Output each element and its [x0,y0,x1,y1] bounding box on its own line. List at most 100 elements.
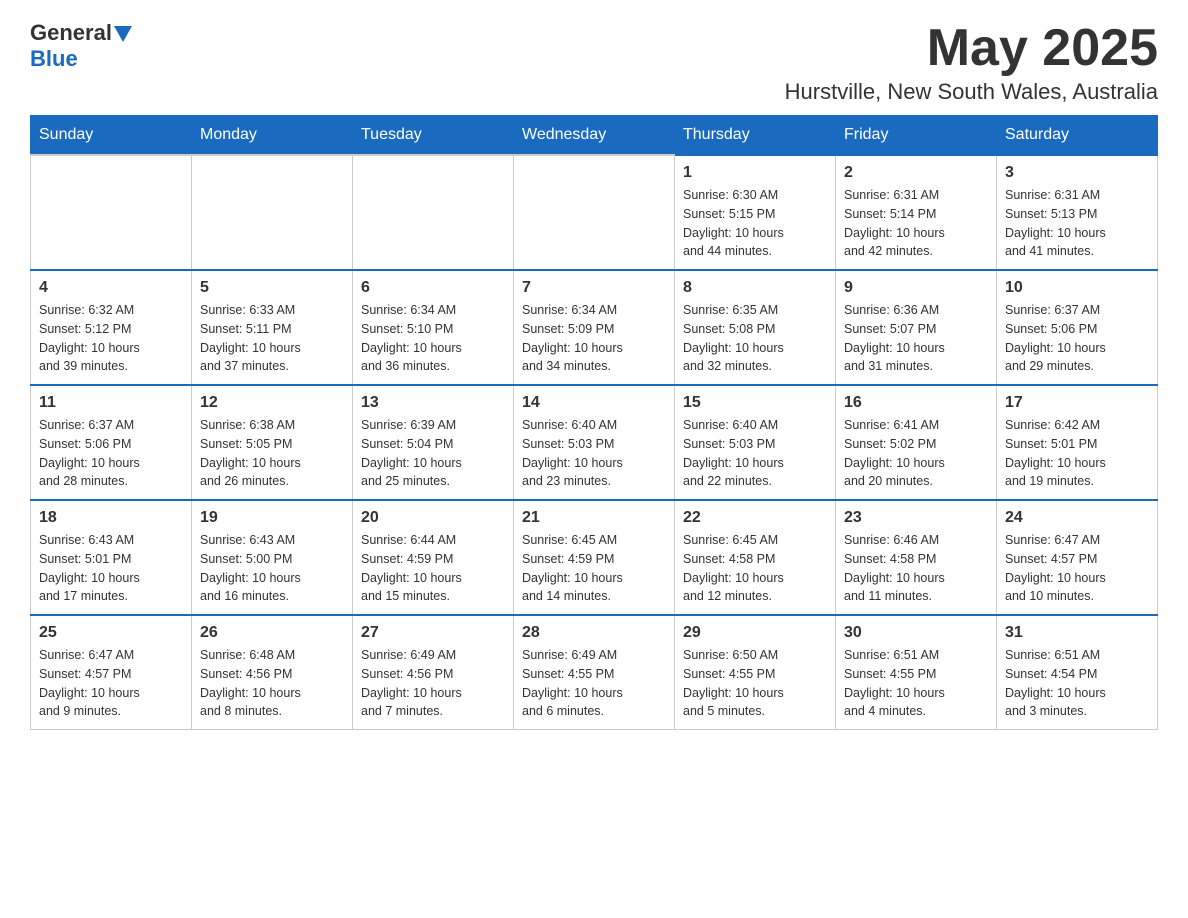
calendar-cell: 9 Sunrise: 6:36 AM Sunset: 5:07 PM Daylig… [836,270,997,385]
day-info: Sunrise: 6:47 AM Sunset: 4:57 PM Dayligh… [39,646,183,721]
day-number: 24 [1005,509,1149,527]
day-info: Sunrise: 6:37 AM Sunset: 5:06 PM Dayligh… [39,416,183,491]
calendar-week-row: 18 Sunrise: 6:43 AM Sunset: 5:01 PM Dayli… [31,500,1158,615]
calendar-cell: 8Sunrise: 6:35 AM Sunset: 5:08 PM Daylig… [675,270,836,385]
day-number: 1 [683,164,827,182]
calendar-cell: 28 Sunrise: 6:49 AM Sunset: 4:55 PM Dayli… [514,615,675,730]
day-info: Sunrise: 6:40 AM Sunset: 5:03 PM Dayligh… [522,416,666,491]
calendar-cell: 25Sunrise: 6:47 AM Sunset: 4:57 PM Dayli… [31,615,192,730]
calendar-cell: 10 Sunrise: 6:37 AM Sunset: 5:06 PM Dayli… [997,270,1158,385]
calendar-cell: 1 Sunrise: 6:30 AM Sunset: 5:15 PM Daylig… [675,155,836,270]
day-number: 22 [683,509,827,527]
day-info: Sunrise: 6:31 AM Sunset: 5:14 PM Dayligh… [844,186,988,261]
day-number: 27 [361,624,505,642]
weekday-header-thursday: Thursday [675,116,836,156]
calendar-cell: 29Sunrise: 6:50 AM Sunset: 4:55 PM Dayli… [675,615,836,730]
weekday-header-wednesday: Wednesday [514,116,675,156]
calendar-week-row: 1 Sunrise: 6:30 AM Sunset: 5:15 PM Daylig… [31,155,1158,270]
day-number: 31 [1005,624,1149,642]
calendar-cell: 6 Sunrise: 6:34 AM Sunset: 5:10 PM Daylig… [353,270,514,385]
month-title: May 2025 [785,20,1158,77]
day-info: Sunrise: 6:40 AM Sunset: 5:03 PM Dayligh… [683,416,827,491]
weekday-header-saturday: Saturday [997,116,1158,156]
day-info: Sunrise: 6:51 AM Sunset: 4:54 PM Dayligh… [1005,646,1149,721]
day-info: Sunrise: 6:50 AM Sunset: 4:55 PM Dayligh… [683,646,827,721]
day-number: 13 [361,394,505,412]
calendar-cell: 21 Sunrise: 6:45 AM Sunset: 4:59 PM Dayli… [514,500,675,615]
calendar-cell: 13 Sunrise: 6:39 AM Sunset: 5:04 PM Dayli… [353,385,514,500]
day-info: Sunrise: 6:34 AM Sunset: 5:09 PM Dayligh… [522,301,666,376]
day-number: 30 [844,624,988,642]
calendar-cell: 15 Sunrise: 6:40 AM Sunset: 5:03 PM Dayli… [675,385,836,500]
day-info: Sunrise: 6:36 AM Sunset: 5:07 PM Dayligh… [844,301,988,376]
day-info: Sunrise: 6:48 AM Sunset: 4:56 PM Dayligh… [200,646,344,721]
calendar-cell: 12Sunrise: 6:38 AM Sunset: 5:05 PM Dayli… [192,385,353,500]
logo-blue-text: Blue [30,46,78,71]
day-info: Sunrise: 6:42 AM Sunset: 5:01 PM Dayligh… [1005,416,1149,491]
day-info: Sunrise: 6:43 AM Sunset: 5:01 PM Dayligh… [39,531,183,606]
day-number: 9 [844,279,988,297]
day-info: Sunrise: 6:44 AM Sunset: 4:59 PM Dayligh… [361,531,505,606]
day-number: 28 [522,624,666,642]
calendar-cell: 3 Sunrise: 6:31 AM Sunset: 5:13 PM Daylig… [997,155,1158,270]
day-number: 17 [1005,394,1149,412]
calendar-cell [31,155,192,270]
day-info: Sunrise: 6:34 AM Sunset: 5:10 PM Dayligh… [361,301,505,376]
calendar-cell: 24 Sunrise: 6:47 AM Sunset: 4:57 PM Dayli… [997,500,1158,615]
logo-triangle-icon [114,26,132,44]
day-number: 19 [200,509,344,527]
calendar-cell: 2Sunrise: 6:31 AM Sunset: 5:14 PM Daylig… [836,155,997,270]
day-info: Sunrise: 6:51 AM Sunset: 4:55 PM Dayligh… [844,646,988,721]
calendar-cell: 18 Sunrise: 6:43 AM Sunset: 5:01 PM Dayli… [31,500,192,615]
day-info: Sunrise: 6:49 AM Sunset: 4:55 PM Dayligh… [522,646,666,721]
day-number: 7 [522,279,666,297]
day-number: 21 [522,509,666,527]
calendar-cell: 11 Sunrise: 6:37 AM Sunset: 5:06 PM Dayli… [31,385,192,500]
weekday-header-monday: Monday [192,116,353,156]
day-number: 3 [1005,164,1149,182]
day-number: 5 [200,279,344,297]
day-number: 15 [683,394,827,412]
weekday-header-friday: Friday [836,116,997,156]
day-number: 14 [522,394,666,412]
day-info: Sunrise: 6:31 AM Sunset: 5:13 PM Dayligh… [1005,186,1149,261]
calendar-cell: 17 Sunrise: 6:42 AM Sunset: 5:01 PM Dayli… [997,385,1158,500]
day-info: Sunrise: 6:49 AM Sunset: 4:56 PM Dayligh… [361,646,505,721]
day-info: Sunrise: 6:39 AM Sunset: 5:04 PM Dayligh… [361,416,505,491]
day-info: Sunrise: 6:45 AM Sunset: 4:59 PM Dayligh… [522,531,666,606]
calendar-week-row: 4 Sunrise: 6:32 AM Sunset: 5:12 PM Daylig… [31,270,1158,385]
calendar-cell: 16 Sunrise: 6:41 AM Sunset: 5:02 PM Dayli… [836,385,997,500]
day-number: 4 [39,279,183,297]
day-number: 18 [39,509,183,527]
location-text: Hurstville, New South Wales, Australia [785,79,1158,105]
calendar-week-row: 25Sunrise: 6:47 AM Sunset: 4:57 PM Dayli… [31,615,1158,730]
calendar-cell [353,155,514,270]
day-number: 20 [361,509,505,527]
day-info: Sunrise: 6:46 AM Sunset: 4:58 PM Dayligh… [844,531,988,606]
day-number: 26 [200,624,344,642]
calendar-cell: 19 Sunrise: 6:43 AM Sunset: 5:00 PM Dayli… [192,500,353,615]
day-number: 16 [844,394,988,412]
weekday-header-sunday: Sunday [31,116,192,156]
calendar-cell: 31 Sunrise: 6:51 AM Sunset: 4:54 PM Dayli… [997,615,1158,730]
logo: General Blue [30,20,132,72]
day-number: 6 [361,279,505,297]
calendar-cell: 7 Sunrise: 6:34 AM Sunset: 5:09 PM Daylig… [514,270,675,385]
calendar-cell: 30 Sunrise: 6:51 AM Sunset: 4:55 PM Dayli… [836,615,997,730]
day-info: Sunrise: 6:37 AM Sunset: 5:06 PM Dayligh… [1005,301,1149,376]
calendar-cell: 5 Sunrise: 6:33 AM Sunset: 5:11 PM Daylig… [192,270,353,385]
day-info: Sunrise: 6:33 AM Sunset: 5:11 PM Dayligh… [200,301,344,376]
day-info: Sunrise: 6:47 AM Sunset: 4:57 PM Dayligh… [1005,531,1149,606]
calendar-table: SundayMondayTuesdayWednesdayThursdayFrid… [30,115,1158,730]
day-info: Sunrise: 6:32 AM Sunset: 5:12 PM Dayligh… [39,301,183,376]
day-info: Sunrise: 6:43 AM Sunset: 5:00 PM Dayligh… [200,531,344,606]
day-info: Sunrise: 6:41 AM Sunset: 5:02 PM Dayligh… [844,416,988,491]
day-number: 10 [1005,279,1149,297]
day-info: Sunrise: 6:30 AM Sunset: 5:15 PM Dayligh… [683,186,827,261]
day-number: 11 [39,394,183,412]
calendar-cell: 23Sunrise: 6:46 AM Sunset: 4:58 PM Dayli… [836,500,997,615]
calendar-cell [192,155,353,270]
weekday-header-row: SundayMondayTuesdayWednesdayThursdayFrid… [31,116,1158,156]
weekday-header-tuesday: Tuesday [353,116,514,156]
day-info: Sunrise: 6:35 AM Sunset: 5:08 PM Dayligh… [683,301,827,376]
